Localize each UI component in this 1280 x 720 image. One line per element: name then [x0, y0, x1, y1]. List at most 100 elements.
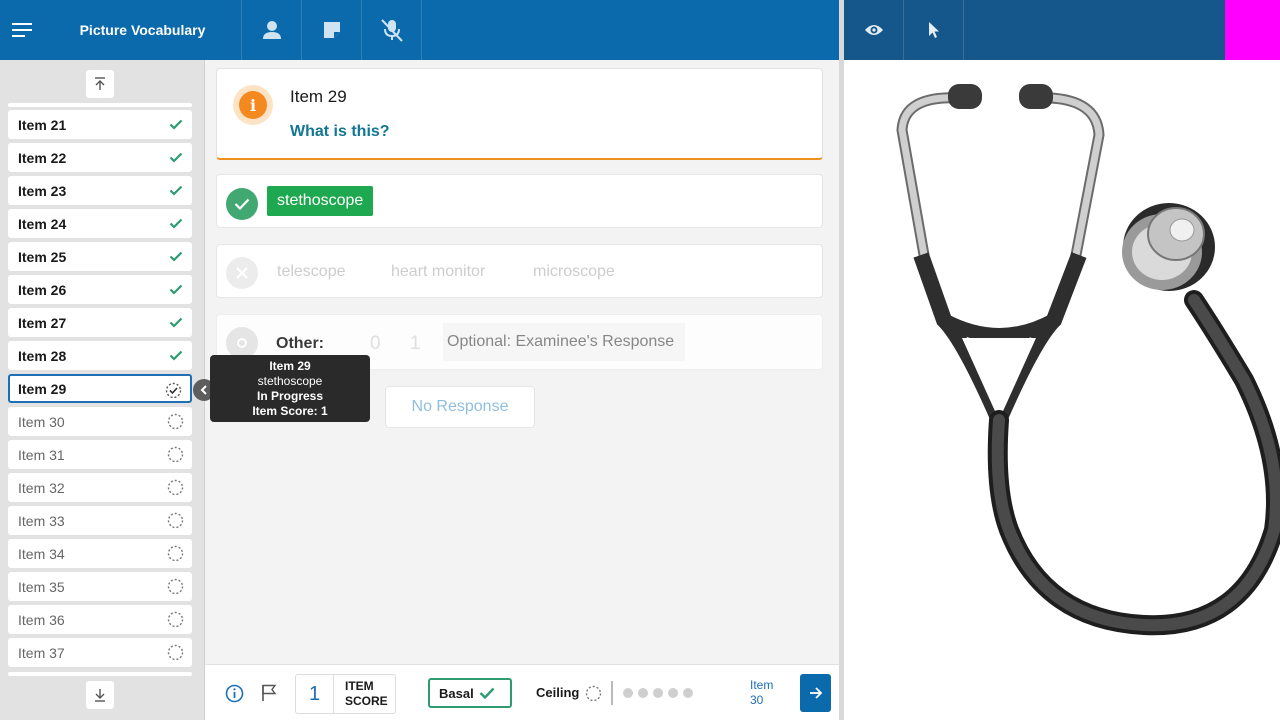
sidebar-item-label: Item 31: [18, 446, 65, 463]
progress-dot: [638, 688, 648, 698]
sidebar-item-label: Item 36: [18, 611, 65, 628]
arrow-to-top-icon: [95, 77, 105, 90]
correct-mark-button[interactable]: [226, 188, 258, 220]
sidebar-item[interactable]: Item 28: [8, 341, 192, 370]
no-response-button[interactable]: No Response: [385, 386, 535, 428]
progress-dot: [668, 688, 678, 698]
scroll-bottom-button[interactable]: [86, 681, 114, 709]
check-icon: [167, 314, 184, 331]
question-prompt: What is this?: [290, 123, 390, 140]
sidebar-item[interactable]: Item 29: [8, 374, 192, 403]
question-item-number: Item 29: [290, 87, 347, 106]
sidebar-item-label: Item 25: [18, 248, 67, 265]
score-zero-option[interactable]: 0: [370, 333, 381, 355]
sidebar-item[interactable]: Item 31: [8, 440, 192, 469]
pending-icon: [167, 545, 184, 562]
incorrect-option[interactable]: heart monitor: [391, 263, 485, 281]
sidebar-item[interactable]: Item 22: [8, 143, 192, 172]
pointer-icon: [928, 22, 939, 38]
info-button[interactable]: [223, 682, 245, 704]
flag-icon: [262, 684, 277, 701]
menu-button[interactable]: [0, 0, 44, 60]
accent-block: [1225, 0, 1280, 60]
notes-icon: [323, 22, 340, 38]
sidebar-item[interactable]: Item 36: [8, 605, 192, 634]
pending-icon: [167, 413, 184, 430]
sidebar-item[interactable]: Item 26: [8, 275, 192, 304]
sidebar-item[interactable]: Item 30: [8, 407, 192, 436]
examinee-response-input[interactable]: [443, 323, 685, 361]
next-item-label-line: Item: [750, 678, 774, 692]
info-badge: i: [233, 85, 273, 125]
progress-dot: [653, 688, 663, 698]
next-item-button[interactable]: [800, 674, 831, 712]
arrow-to-bottom-icon: [95, 689, 105, 702]
incorrect-mark-button[interactable]: [226, 257, 258, 289]
chevron-left-icon: [200, 385, 207, 395]
item-list-sidebar: Item 21 Item 22 Item 23 Item 24 Item 25 Item …: [0, 60, 205, 720]
next-item-label: Item 30: [750, 678, 773, 708]
scroll-top-button[interactable]: [86, 70, 114, 98]
item-score-box: 1 ITEM SCORE: [295, 674, 396, 714]
tooltip-answer: stethoscope: [257, 374, 323, 388]
sidebar-item-label: Item 34: [18, 545, 65, 562]
app-header: Picture Vocabulary: [0, 0, 839, 60]
other-label: Other:: [276, 335, 324, 352]
pending-icon: [167, 611, 184, 628]
sidebar-item-label: Item 29: [18, 380, 67, 397]
sidebar-item[interactable]: Item 33: [8, 506, 192, 535]
sidebar-item[interactable]: Item 37: [8, 638, 192, 667]
in-progress-icon: [165, 382, 182, 399]
incorrect-answers-row: telescope heart monitor microscope: [216, 244, 823, 298]
sidebar-item-label: Item 21: [18, 116, 67, 133]
sidebar-item[interactable]: Item 32: [8, 473, 192, 502]
sidebar-item[interactable]: Item 23: [8, 176, 192, 205]
score-one-option[interactable]: 1: [410, 333, 421, 355]
notes-button[interactable]: [302, 0, 362, 60]
check-icon: [167, 149, 184, 166]
basal-label: Basal: [439, 685, 474, 701]
item-score-label-line: ITEM: [345, 679, 374, 693]
sidebar-item[interactable]: Item 27: [8, 308, 192, 337]
correct-answer-option[interactable]: stethoscope: [267, 186, 374, 216]
sidebar-item[interactable]: Item 25: [8, 242, 192, 271]
sidebar-item-label: Item 23: [18, 182, 67, 199]
sidebar-item[interactable]: Item 24: [8, 209, 192, 238]
item-tooltip: Item 29 stethoscope In Progress Item Sco…: [210, 355, 370, 422]
flag-button[interactable]: [258, 682, 280, 704]
pointer-button[interactable]: [904, 0, 964, 60]
stimulus-pane: [844, 60, 1280, 720]
app-title: Picture Vocabulary: [44, 0, 242, 60]
arrow-right-icon: [809, 687, 822, 699]
sidebar-item[interactable]: Item 35: [8, 572, 192, 601]
sidebar-item-label: Item 24: [18, 215, 67, 232]
examinee-button[interactable]: [242, 0, 302, 60]
footer-separator: [611, 681, 613, 705]
incorrect-option[interactable]: telescope: [277, 263, 346, 281]
check-icon: [234, 198, 250, 210]
sidebar-item[interactable]: Item 21: [8, 110, 192, 139]
sidebar-item-label: Item 35: [18, 578, 65, 595]
incorrect-option[interactable]: microscope: [533, 263, 615, 281]
check-icon: [167, 347, 184, 364]
progress-dot: [683, 688, 693, 698]
tooltip-item: Item 29: [269, 359, 311, 373]
examinee-icon: [262, 21, 281, 39]
item-score-label: ITEM SCORE: [334, 675, 394, 713]
show-stimulus-button[interactable]: [844, 0, 904, 60]
sidebar-item[interactable]: Item 34: [8, 539, 192, 568]
sidebar-item-label: Item 22: [18, 149, 67, 166]
ceiling-label: Ceiling: [536, 685, 580, 700]
next-item-label-line: 30: [750, 693, 764, 707]
sidebar-item-label: Item 27: [18, 314, 67, 331]
pending-icon: [167, 578, 184, 595]
sidebar-item-label: Item 33: [18, 512, 65, 529]
mic-button[interactable]: [362, 0, 422, 60]
check-icon: [167, 182, 184, 199]
item-score-value: 1: [296, 675, 334, 713]
check-icon: [167, 215, 184, 232]
sidebar-item-label: Item 30: [18, 413, 65, 430]
info-icon: i: [239, 91, 267, 119]
sidebar-item-label: Item 28: [18, 347, 67, 364]
progress-dot: [623, 688, 633, 698]
